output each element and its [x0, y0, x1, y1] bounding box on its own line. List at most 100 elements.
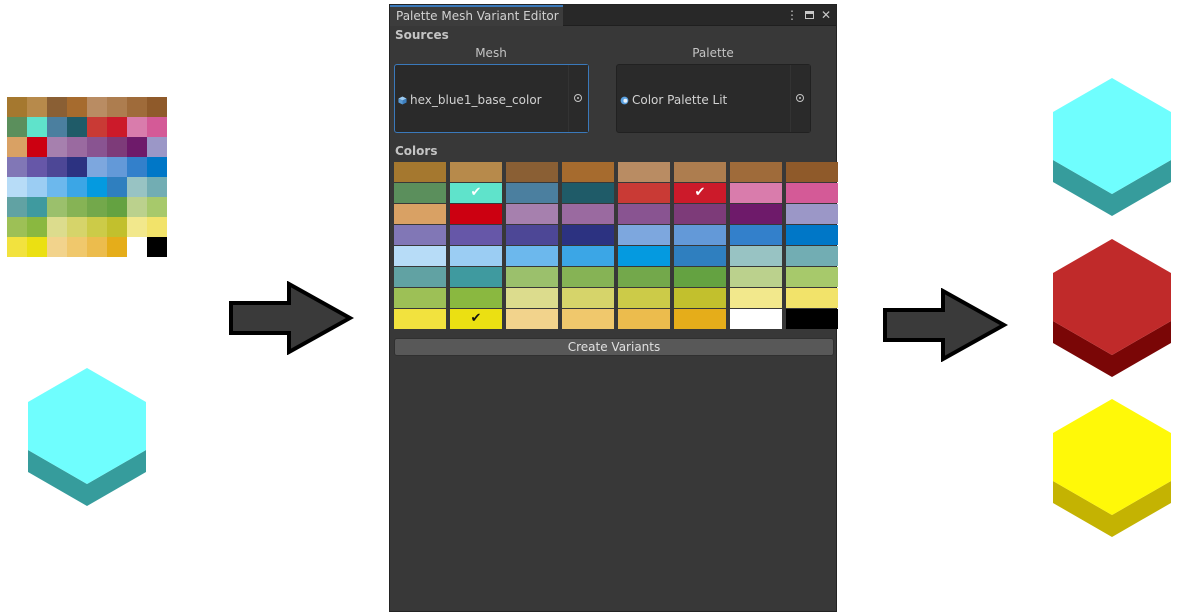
color-swatch[interactable]: [562, 288, 614, 308]
color-swatch[interactable]: [786, 288, 838, 308]
texture-cell: [87, 117, 107, 137]
color-swatch[interactable]: [786, 183, 838, 203]
color-swatch[interactable]: [674, 162, 726, 182]
texture-cell: [7, 197, 27, 217]
texture-cell: [127, 137, 147, 157]
color-swatch[interactable]: [562, 246, 614, 266]
color-swatch[interactable]: [618, 162, 670, 182]
color-swatch[interactable]: [506, 183, 558, 203]
window-tab-bar: Palette Mesh Variant Editor ⋮ ✕: [390, 5, 836, 26]
color-swatch[interactable]: [506, 204, 558, 224]
color-swatch[interactable]: [394, 204, 446, 224]
color-swatch[interactable]: [562, 162, 614, 182]
color-swatch[interactable]: [730, 267, 782, 287]
palette-picker-button[interactable]: [790, 65, 810, 132]
texture-cell: [27, 237, 47, 257]
color-swatch[interactable]: [618, 309, 670, 329]
color-swatch[interactable]: [394, 288, 446, 308]
color-swatch[interactable]: [730, 162, 782, 182]
color-swatch[interactable]: [394, 162, 446, 182]
texture-cell: [147, 117, 167, 137]
color-swatch[interactable]: [674, 246, 726, 266]
texture-cell: [27, 157, 47, 177]
color-swatch[interactable]: [786, 204, 838, 224]
texture-cell: [67, 237, 87, 257]
palette-object-field[interactable]: Color Palette Lit: [616, 64, 811, 133]
close-icon[interactable]: ✕: [820, 7, 832, 23]
color-swatch[interactable]: [450, 162, 502, 182]
color-swatch[interactable]: [786, 162, 838, 182]
color-swatch[interactable]: [450, 204, 502, 224]
color-swatch[interactable]: [786, 225, 838, 245]
color-swatch[interactable]: [786, 309, 838, 329]
color-swatch[interactable]: [450, 225, 502, 245]
color-swatch[interactable]: [730, 309, 782, 329]
texture-cell: [87, 217, 107, 237]
mesh-picker-button[interactable]: [568, 65, 588, 132]
color-swatch[interactable]: [674, 309, 726, 329]
color-swatch[interactable]: [394, 246, 446, 266]
texture-cell: [67, 177, 87, 197]
color-swatch[interactable]: [562, 267, 614, 287]
color-swatch[interactable]: [618, 246, 670, 266]
color-swatch[interactable]: [506, 288, 558, 308]
color-swatch[interactable]: [730, 204, 782, 224]
color-swatch[interactable]: [506, 225, 558, 245]
color-swatch[interactable]: [618, 225, 670, 245]
color-swatch[interactable]: [786, 246, 838, 266]
color-swatch[interactable]: ✔: [450, 183, 502, 203]
color-swatch[interactable]: [394, 267, 446, 287]
color-swatch[interactable]: [786, 267, 838, 287]
color-swatch[interactable]: [450, 246, 502, 266]
color-swatch[interactable]: [730, 225, 782, 245]
color-swatch[interactable]: [506, 267, 558, 287]
texture-cell: [27, 217, 47, 237]
color-swatch[interactable]: [618, 183, 670, 203]
color-swatch[interactable]: [506, 309, 558, 329]
palette-field-value: Color Palette Lit: [632, 93, 728, 107]
palette-icon: [620, 96, 629, 105]
maximize-icon[interactable]: [803, 7, 815, 23]
editor-tab-title: Palette Mesh Variant Editor: [396, 9, 559, 23]
color-swatch[interactable]: [674, 267, 726, 287]
color-swatch[interactable]: [394, 309, 446, 329]
color-swatch[interactable]: [618, 267, 670, 287]
color-swatch[interactable]: [562, 183, 614, 203]
texture-cell: [87, 177, 107, 197]
color-swatch[interactable]: [506, 162, 558, 182]
color-swatch[interactable]: [394, 225, 446, 245]
texture-cell: [7, 237, 27, 257]
color-swatch[interactable]: ✔: [674, 183, 726, 203]
color-swatch[interactable]: [730, 183, 782, 203]
color-swatch[interactable]: [562, 204, 614, 224]
mesh-object-field[interactable]: hex_blue1_base_color: [394, 64, 589, 133]
texture-cell: [67, 157, 87, 177]
color-swatch[interactable]: [730, 246, 782, 266]
color-swatch[interactable]: [450, 267, 502, 287]
texture-cell: [107, 217, 127, 237]
object-picker-icon: [796, 94, 804, 102]
texture-cell: [27, 177, 47, 197]
texture-cell: [127, 217, 147, 237]
color-swatch[interactable]: [618, 204, 670, 224]
texture-cell: [27, 197, 47, 217]
color-swatch[interactable]: [674, 204, 726, 224]
color-swatch[interactable]: [506, 246, 558, 266]
color-swatch[interactable]: ✔: [450, 309, 502, 329]
texture-cell: [147, 157, 167, 177]
color-swatch[interactable]: [730, 288, 782, 308]
color-swatch[interactable]: [394, 183, 446, 203]
editor-tab[interactable]: Palette Mesh Variant Editor: [390, 5, 563, 26]
color-swatch[interactable]: [674, 225, 726, 245]
color-swatch[interactable]: [450, 288, 502, 308]
color-swatch[interactable]: [562, 225, 614, 245]
sources-heading: Sources: [395, 28, 449, 42]
texture-cell: [67, 217, 87, 237]
create-variants-button[interactable]: Create Variants: [394, 338, 834, 356]
color-swatch[interactable]: [618, 288, 670, 308]
colors-heading: Colors: [395, 144, 438, 158]
color-swatch[interactable]: [562, 309, 614, 329]
texture-cell: [87, 197, 107, 217]
color-swatch[interactable]: [674, 288, 726, 308]
kebab-menu-icon[interactable]: ⋮: [786, 7, 798, 23]
